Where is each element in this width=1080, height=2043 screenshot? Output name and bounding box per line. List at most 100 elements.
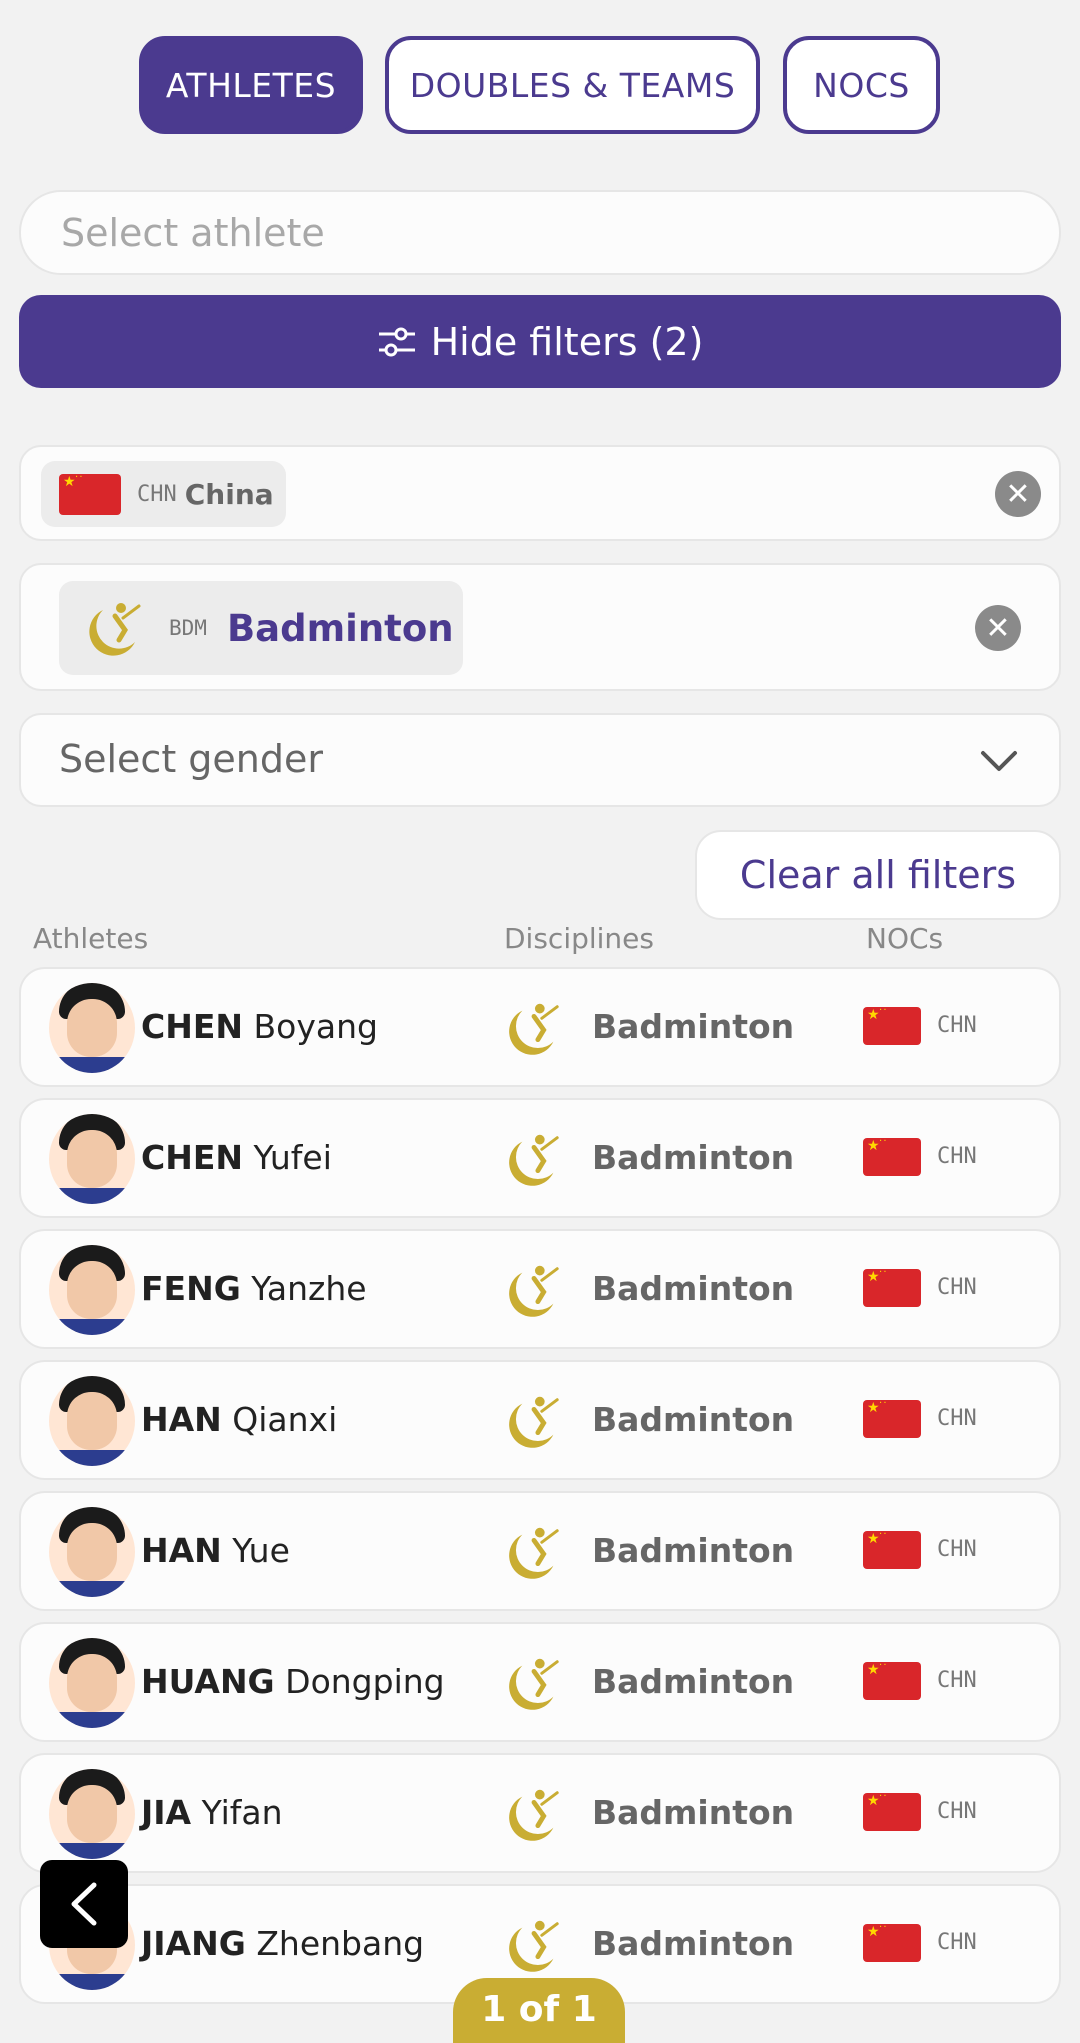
athlete-noc: CHN — [937, 1668, 977, 1693]
athlete-name: HUANG Dongping — [141, 1662, 445, 1701]
athlete-first-name: Dongping — [285, 1662, 445, 1701]
chevron-down-icon — [981, 751, 1017, 771]
athlete-noc: CHN — [937, 1144, 977, 1169]
discipline-chip: BDM Badminton — [59, 581, 463, 675]
athlete-noc: CHN — [937, 1799, 977, 1824]
athlete-discipline: Badminton — [592, 1924, 795, 1963]
athlete-avatar — [49, 1114, 135, 1204]
athlete-noc: CHN — [937, 1013, 977, 1038]
badminton-icon — [503, 997, 565, 1063]
china-flag-icon — [59, 472, 121, 515]
china-flag-icon — [863, 1267, 921, 1307]
athlete-row[interactable]: FENG Yanzhe Badminton CHN — [19, 1229, 1061, 1349]
athlete-first-name: Yufei — [253, 1138, 332, 1177]
badminton-icon — [503, 1390, 565, 1456]
noc-chip-name: China — [184, 477, 274, 511]
noc-chip-code: CHN — [137, 481, 177, 507]
pagination-indicator: 1 of 1 — [453, 1978, 625, 2043]
noc-filter[interactable]: CHN China ✕ — [19, 445, 1061, 541]
athlete-first-name: Yanzhe — [251, 1269, 367, 1308]
athlete-last-name: HAN — [141, 1531, 222, 1570]
athlete-row[interactable]: HAN Qianxi Badminton CHN — [19, 1360, 1061, 1480]
athlete-avatar — [49, 1507, 135, 1597]
athlete-discipline: Badminton — [592, 1138, 795, 1177]
athlete-discipline: Badminton — [592, 1793, 795, 1832]
clear-all-filters-button[interactable]: Clear all filters — [695, 830, 1061, 920]
china-flag-icon — [863, 1529, 921, 1569]
column-header-disciplines: Disciplines — [504, 922, 654, 955]
gender-select-placeholder: Select gender — [59, 737, 324, 781]
athlete-noc: CHN — [937, 1406, 977, 1431]
athlete-name: CHEN Boyang — [141, 1007, 378, 1046]
athlete-name: JIA Yifan — [141, 1793, 283, 1832]
athlete-discipline: Badminton — [592, 1531, 795, 1570]
athlete-noc: CHN — [937, 1275, 977, 1300]
athlete-name: HAN Yue — [141, 1531, 290, 1570]
china-flag-icon — [863, 1791, 921, 1831]
athlete-last-name: CHEN — [141, 1007, 243, 1046]
athlete-avatar — [49, 1638, 135, 1728]
athlete-last-name: FENG — [141, 1269, 241, 1308]
badminton-icon — [503, 1783, 565, 1849]
china-flag-icon — [863, 1660, 921, 1700]
tab-nocs[interactable]: NOCS — [783, 36, 940, 134]
athlete-first-name: Yifan — [201, 1793, 283, 1832]
athlete-row[interactable]: HUANG Dongping Badminton CHN — [19, 1622, 1061, 1742]
athlete-first-name: Qianxi — [232, 1400, 338, 1439]
athlete-row[interactable]: JIA Yifan Badminton CHN — [19, 1753, 1061, 1873]
athlete-last-name: CHEN — [141, 1138, 243, 1177]
athlete-last-name: JIANG — [141, 1924, 246, 1963]
badminton-icon — [503, 1521, 565, 1587]
badminton-icon — [503, 1128, 565, 1194]
tab-doubles-teams[interactable]: DOUBLES & TEAMS — [385, 36, 760, 134]
athlete-row[interactable]: HAN Yue Badminton CHN — [19, 1491, 1061, 1611]
athlete-search-input[interactable] — [61, 192, 1021, 273]
tab-bar: ATHLETES DOUBLES & TEAMS NOCS — [0, 36, 1080, 134]
athlete-noc: CHN — [937, 1930, 977, 1955]
badminton-icon — [89, 603, 141, 656]
athlete-name: JIANG Zhenbang — [141, 1924, 424, 1963]
badminton-icon — [503, 1914, 565, 1980]
athlete-avatar — [49, 1376, 135, 1466]
athlete-discipline: Badminton — [592, 1400, 795, 1439]
athlete-search — [19, 190, 1061, 275]
china-flag-icon — [863, 1398, 921, 1438]
discipline-filter[interactable]: BDM Badminton ✕ — [19, 563, 1061, 691]
athlete-row[interactable]: CHEN Boyang Badminton CHN — [19, 967, 1061, 1087]
athlete-discipline: Badminton — [592, 1269, 795, 1308]
athlete-last-name: JIA — [141, 1793, 192, 1832]
athlete-avatar — [49, 1245, 135, 1335]
athlete-name: FENG Yanzhe — [141, 1269, 367, 1308]
china-flag-icon — [863, 1136, 921, 1176]
chevron-left-icon — [71, 1882, 97, 1926]
badminton-icon — [503, 1652, 565, 1718]
badminton-icon — [503, 1259, 565, 1325]
gender-select[interactable]: Select gender — [19, 713, 1061, 807]
athlete-avatar — [49, 983, 135, 1073]
athlete-avatar — [49, 1769, 135, 1859]
tab-athletes[interactable]: ATHLETES — [139, 36, 363, 134]
clear-discipline-filter-icon[interactable]: ✕ — [975, 605, 1021, 651]
back-button[interactable] — [40, 1860, 128, 1948]
athlete-last-name: HUANG — [141, 1662, 275, 1701]
sliders-icon — [378, 327, 415, 356]
column-header-nocs: NOCs — [866, 922, 944, 955]
athlete-name: HAN Qianxi — [141, 1400, 337, 1439]
column-header-athletes: Athletes — [33, 922, 149, 955]
athlete-first-name: Yue — [232, 1531, 290, 1570]
athlete-first-name: Boyang — [253, 1007, 378, 1046]
china-flag-icon — [863, 1922, 921, 1962]
athlete-last-name: HAN — [141, 1400, 222, 1439]
hide-filters-button[interactable]: Hide filters (2) — [19, 295, 1061, 388]
athlete-name: CHEN Yufei — [141, 1138, 332, 1177]
clear-noc-filter-icon[interactable]: ✕ — [995, 471, 1041, 517]
discipline-chip-name: Badminton — [226, 606, 454, 650]
hide-filters-label: Hide filters (2) — [430, 319, 704, 364]
athlete-row[interactable]: CHEN Yufei Badminton CHN — [19, 1098, 1061, 1218]
athlete-noc: CHN — [937, 1537, 977, 1562]
athlete-discipline: Badminton — [592, 1662, 795, 1701]
athlete-first-name: Zhenbang — [256, 1924, 425, 1963]
athlete-discipline: Badminton — [592, 1007, 795, 1046]
noc-chip: CHN China — [41, 461, 286, 527]
china-flag-icon — [863, 1005, 921, 1045]
